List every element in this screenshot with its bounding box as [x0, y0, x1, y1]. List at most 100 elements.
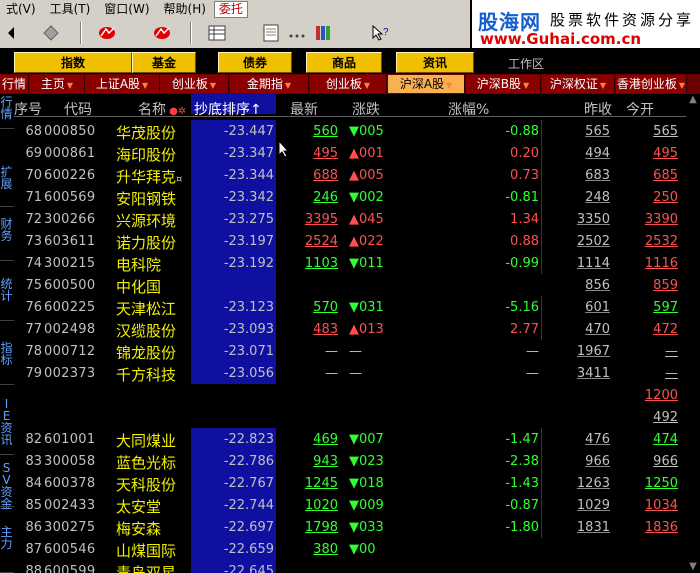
table-row[interactable]: -23.192 74 300215 电科院 1103 ▼011 -0.99 1114 1116 [14, 252, 700, 274]
table-row[interactable]: -23.056 79 002373 千方科技 — — — 3411 — [14, 362, 700, 384]
header-last[interactable]: 最新 [290, 99, 318, 118]
table-row[interactable]: -23.344 70 600226 升华拜克¤ 688 ▲005 0.73 683 685 [14, 164, 700, 186]
report-icon[interactable] [260, 23, 282, 43]
table-row[interactable]: -22.823 82 601001 大同煤业 469 ▼007 -1.47 476 474 [14, 428, 700, 450]
menu-item[interactable]: 工具(T) [44, 0, 99, 18]
table-row[interactable]: -22.645 88 600599 青岛双星 [14, 560, 700, 573]
cell-last: 2524 [304, 234, 338, 249]
tab-arrow-icon: ▼ [678, 81, 686, 90]
cell-last: 1798 [304, 520, 338, 535]
table-row[interactable]: -22.786 83 300058 蓝色光标 943 ▼023 -2.38 966 966 [14, 450, 700, 472]
header-change-pct[interactable]: 涨幅% [448, 99, 489, 118]
dots-icon[interactable] [286, 23, 308, 43]
change-bar [541, 142, 542, 164]
table-row[interactable]: -22.744 85 002433 太安堂 1020 ▼009 -0.87 1029 1034 [14, 494, 700, 516]
tab-market-8[interactable]: 沪深权证 ▼ [542, 75, 615, 93]
back-icon[interactable] [0, 23, 22, 43]
cell-change-pct: -1.80 [505, 520, 539, 535]
cell-index: 83 [25, 454, 42, 469]
chart-red-icon-2[interactable] [151, 23, 173, 43]
cell-change-pct: -2.38 [505, 454, 539, 469]
cell-prev-close: 1029 [576, 498, 610, 513]
func-button-commodity[interactable]: 商品 [306, 52, 382, 73]
tab-market-3[interactable]: 创业板 ▼ [160, 75, 229, 93]
scroll-up-icon[interactable]: ▲ [686, 94, 700, 106]
menu-item[interactable]: 式(V) [0, 0, 44, 18]
cell-change: ▼005 [349, 124, 384, 139]
scroll-down-icon[interactable]: ▼ [686, 561, 700, 573]
table-row[interactable]: -23.071 78 000712 锦龙股份 — — — 1967 — [14, 340, 700, 362]
table-row[interactable]: -23.275 72 300266 兴源环境 3395 ▲045 1.34 3350 3390 [14, 208, 700, 230]
tab-market-5[interactable]: 创业板 ▼ [310, 75, 387, 93]
vertical-tab[interactable]: 行情 [0, 96, 13, 124]
func-button-news[interactable]: 资讯 [396, 52, 474, 73]
cell-change: ▼018 [349, 476, 384, 491]
vertical-tab[interactable]: 统计 [0, 278, 13, 316]
tab-quotes[interactable]: 行情 [0, 75, 29, 93]
cell-sort-value: -23.071 [191, 340, 276, 362]
chart-red-icon[interactable] [96, 23, 118, 43]
table-row[interactable]: -23.093 77 002498 汉缆股份 483 ▲013 2.77 470 472 [14, 318, 700, 340]
vertical-tab[interactable]: 扩展 [0, 166, 13, 202]
menu-item[interactable]: 帮助(H) [158, 0, 214, 18]
vertical-tab-divider [0, 260, 14, 261]
table-row[interactable]: -23.447 68 000850 华茂股份 560 ▼005 -0.88 565 565 [14, 120, 700, 142]
table-row[interactable]: -23.123 76 600225 天津松江 570 ▼031 -5.16 601 597 [14, 296, 700, 318]
header-index[interactable]: 序号 [14, 99, 42, 118]
vertical-tab[interactable]: SV资金 [0, 462, 13, 510]
cell-sort-value: -22.823 [191, 428, 276, 450]
header-sort[interactable]: 抄底排序↑ [194, 99, 262, 118]
diamond-icon[interactable] [40, 23, 62, 43]
cell-index: 69 [25, 146, 42, 161]
func-button-bond[interactable]: 债券 [218, 52, 292, 73]
menu-item[interactable]: 窗口(W) [98, 0, 157, 18]
books-icon[interactable] [313, 23, 335, 43]
header-open[interactable]: 今开 [626, 99, 654, 118]
table-row[interactable]: -23.342 71 600569 安阳钢铁 246 ▼002 -0.81 248 250 [14, 186, 700, 208]
cell-open: 1116 [644, 256, 678, 271]
cell-sort-value [191, 274, 276, 296]
header-code[interactable]: 代码 [64, 99, 92, 118]
tab-market-4[interactable]: 金期指 ▼ [230, 75, 309, 93]
market-tab-bar: 行情 主页 ▼ 上证A股 ▼ 创业板 ▼ 金期指 ▼ 创业板 ▼ 沪深A股 ▼ 沪深B股 ▼ 沪深权证 ▼ 香港创… [0, 74, 700, 94]
cell-open: 1034 [644, 498, 678, 513]
tab-market-2[interactable]: 上证A股 ▼ [85, 75, 160, 93]
cell-index: 73 [25, 234, 42, 249]
tab-market-9[interactable]: 香港创业板 ▼ [616, 75, 687, 93]
sort-value: -23.192 [223, 256, 274, 271]
header-change[interactable]: 涨跌 [352, 99, 380, 118]
logo: 股海网 股票软件资源分享 www.Guhai.com.cn [472, 0, 700, 50]
vertical-tab[interactable]: 财务 [0, 218, 13, 256]
table-row[interactable]: -23.197 73 603611 诺力股份 2524 ▲022 0.88 2502 2532 [14, 230, 700, 252]
table-row[interactable]: -23.347 69 000861 海印股份 495 ▲001 0.20 494 495 [14, 142, 700, 164]
change-bar [541, 252, 542, 274]
cell-last: 943 [313, 454, 338, 469]
func-button-fund[interactable]: 基金 [132, 52, 196, 73]
menu-item[interactable]: 委托 [213, 1, 248, 18]
header-prev-close[interactable]: 昨收 [584, 99, 612, 118]
table-row[interactable]: 75 600500 中化国 856 859 [14, 274, 700, 296]
cell-code: 603611 [44, 234, 96, 249]
tab-market-6[interactable]: 沪深A股 ▼ [388, 75, 465, 93]
cell-name: 汉缆股份 [116, 322, 177, 340]
cell-code: 002498 [44, 322, 96, 337]
help-cursor-icon[interactable]: ? [370, 23, 392, 43]
vertical-tab-divider [0, 128, 14, 129]
grid-icon[interactable] [206, 23, 228, 43]
cell-index: 86 [25, 520, 42, 535]
vertical-tab[interactable]: 主力 [0, 526, 13, 568]
vertical-tab[interactable]: 指标 [0, 342, 13, 380]
table-row[interactable]: -22.767 84 600378 天科股份 1245 ▼018 -1.43 1263 1250 [14, 472, 700, 494]
tab-label: 沪深A股 [399, 77, 445, 91]
header-name[interactable]: 名称 ●✲ [138, 99, 186, 118]
workspace-label[interactable]: 工作区 [508, 55, 544, 72]
cell-index: 75 [25, 278, 42, 293]
vertical-tab[interactable]: IE资讯 [0, 398, 13, 450]
func-button-index[interactable]: 指数 [14, 52, 132, 73]
tab-market-1[interactable]: 主页 ▼ [30, 75, 85, 93]
cell-index: 87 [25, 542, 42, 557]
scrollbar[interactable]: ▲ ▼ [686, 94, 700, 573]
table-row[interactable]: -22.697 86 300275 梅安森 1798 ▼033 -1.80 1831 1836 [14, 516, 700, 538]
tab-market-7[interactable]: 沪深B股 ▼ [466, 75, 541, 93]
table-row[interactable]: -22.659 87 600546 山煤国际 380 ▼00 [14, 538, 700, 560]
